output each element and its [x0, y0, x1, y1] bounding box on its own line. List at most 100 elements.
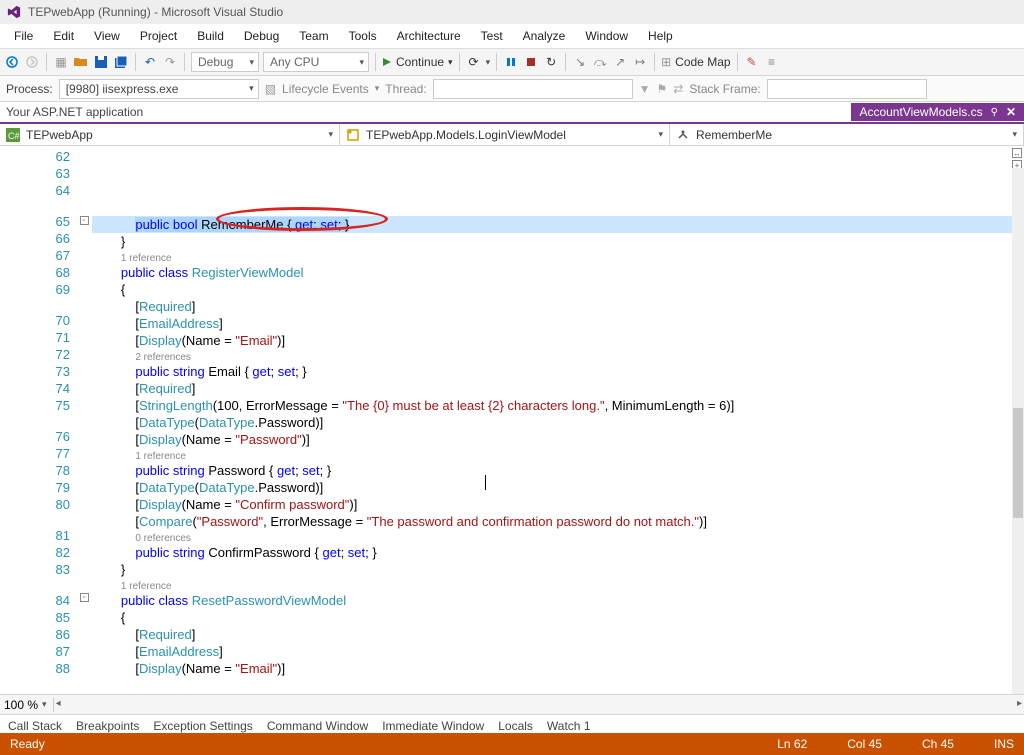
new-icon[interactable]: ▦	[53, 54, 69, 70]
undo-icon[interactable]: ↶	[142, 54, 158, 70]
tool-tab-exception-settings[interactable]: Exception Settings	[153, 719, 252, 733]
stackframe-combo[interactable]	[767, 79, 927, 99]
nav-class[interactable]: TEPwebApp.Models.LoginViewModel	[340, 124, 670, 145]
navigation-bar: C# TEPwebApp TEPwebApp.Models.LoginViewM…	[0, 124, 1024, 146]
restart-icon[interactable]: ↻	[543, 54, 559, 70]
redo-icon[interactable]: ↷	[162, 54, 178, 70]
pin-icon[interactable]: ⚲	[991, 107, 998, 118]
document-tab[interactable]: AccountViewModels.cs ⚲ ✕	[851, 103, 1024, 121]
menu-team[interactable]: Team	[289, 27, 338, 45]
code-line: [Required]	[92, 298, 1024, 315]
platform-combo[interactable]: Any CPU	[263, 52, 369, 72]
refresh-icon[interactable]: ⟳	[466, 54, 482, 70]
fold-toggle[interactable]: -	[80, 593, 89, 602]
code-line: {	[92, 609, 1024, 626]
nav-member[interactable]: RememberMe	[670, 124, 1024, 145]
code-line: public string Password { get; set; }	[92, 462, 1024, 479]
lifecycle-icon[interactable]: ▧	[265, 82, 276, 96]
vertical-scrollbar[interactable]	[1012, 168, 1024, 694]
open-icon[interactable]	[73, 54, 89, 70]
save-all-icon[interactable]	[113, 54, 129, 70]
menu-analyze[interactable]: Analyze	[513, 27, 576, 45]
code-line: public class RegisterViewModel	[92, 264, 1024, 281]
continue-button[interactable]: Continue ▾	[382, 55, 453, 69]
codemap-button[interactable]: ⊞Code Map	[661, 55, 730, 69]
menu-bar: FileEditViewProjectBuildDebugTeamToolsAr…	[0, 24, 1024, 48]
code-line: [Display(Name = "Email")]	[92, 660, 1024, 677]
menu-window[interactable]: Window	[575, 27, 638, 45]
thread-label: Thread:	[385, 82, 426, 96]
menu-build[interactable]: Build	[187, 27, 234, 45]
nav-fwd-icon[interactable]	[24, 54, 40, 70]
tool-tab-breakpoints[interactable]: Breakpoints	[76, 719, 139, 733]
menu-file[interactable]: File	[4, 27, 43, 45]
status-ln: Ln 62	[777, 737, 807, 751]
threads-icon[interactable]: ⇄	[673, 82, 683, 96]
status-bar: Ready Ln 62 Col 45 Ch 45 INS	[0, 733, 1024, 755]
zoom-combo[interactable]: 100 %	[0, 698, 54, 712]
tool-icon-2[interactable]: ≡	[764, 54, 780, 70]
tool-tab-call-stack[interactable]: Call Stack	[8, 719, 62, 733]
code-line: [Display(Name = "Password")]	[92, 431, 1024, 448]
codelens-reference[interactable]: 1 reference	[92, 448, 1024, 462]
code-line: }	[92, 233, 1024, 250]
close-icon[interactable]: ✕	[1006, 105, 1016, 119]
tool-tab-locals[interactable]: Locals	[498, 719, 533, 733]
menu-project[interactable]: Project	[130, 27, 187, 45]
save-icon[interactable]	[93, 54, 109, 70]
doc-tab-name: AccountViewModels.cs	[859, 105, 982, 119]
svg-text:C#: C#	[8, 131, 20, 141]
code-line: }	[92, 561, 1024, 578]
status-ready: Ready	[10, 737, 45, 751]
window-title: TEPwebApp (Running) - Microsoft Visual S…	[28, 5, 283, 19]
horizontal-scrollbar[interactable]	[68, 698, 1010, 712]
step-out-icon[interactable]: ↗	[612, 54, 628, 70]
tool-tab-command-window[interactable]: Command Window	[267, 719, 368, 733]
menu-view[interactable]: View	[84, 27, 130, 45]
code-line: [Required]	[92, 626, 1024, 643]
menu-tools[interactable]: Tools	[339, 27, 387, 45]
code-editor[interactable]: 6263646566676869707172737475767778798081…	[0, 146, 1024, 694]
tool-tab-immediate-window[interactable]: Immediate Window	[382, 719, 484, 733]
stop-icon[interactable]	[523, 54, 539, 70]
code-line: [DataType(DataType.Password)]	[92, 414, 1024, 431]
step-over-icon[interactable]: ⤼	[592, 54, 608, 70]
flag-icon[interactable]: ⚑	[657, 82, 668, 96]
menu-debug[interactable]: Debug	[234, 27, 289, 45]
code-line: public bool RememberMe { get; set; }	[92, 216, 1024, 233]
code-line: public class ResetPasswordViewModel	[92, 592, 1024, 609]
code-line: [EmailAddress]	[92, 315, 1024, 332]
tool-tab-watch-1[interactable]: Watch 1	[547, 719, 591, 733]
process-combo[interactable]: [9980] iisexpress.exe	[59, 79, 259, 99]
code-line: [StringLength(100, ErrorMessage = "The {…	[92, 397, 1024, 414]
nav-back-icon[interactable]	[4, 54, 20, 70]
codelens-reference[interactable]: 0 references	[92, 530, 1024, 544]
lifecycle-label[interactable]: Lifecycle Events	[282, 82, 369, 96]
editor-footer: 100 %	[0, 694, 1024, 714]
thread-combo[interactable]	[433, 79, 633, 99]
menu-test[interactable]: Test	[471, 27, 513, 45]
filter-icon[interactable]: ▼	[639, 82, 651, 96]
step-icon[interactable]: ↦	[632, 54, 648, 70]
split-icon[interactable]: ↔	[1012, 148, 1022, 158]
fold-toggle[interactable]: -	[80, 216, 89, 225]
debug-toolbar: Process: [9980] iisexpress.exe ▧ Lifecyc…	[0, 76, 1024, 102]
property-icon	[676, 128, 690, 142]
status-ch: Ch 45	[922, 737, 954, 751]
tool-icon-1[interactable]: ✎	[744, 54, 760, 70]
menu-architecture[interactable]: Architecture	[387, 27, 471, 45]
codelens-reference[interactable]: 1 reference	[92, 578, 1024, 592]
code-line: {	[92, 281, 1024, 298]
menu-help[interactable]: Help	[638, 27, 683, 45]
nav-project[interactable]: C# TEPwebApp	[0, 124, 340, 145]
pause-icon[interactable]	[503, 54, 519, 70]
status-ins: INS	[994, 737, 1014, 751]
step-into-icon[interactable]: ↘	[572, 54, 588, 70]
main-toolbar: ▦ ↶ ↷ Debug Any CPU Continue ▾ ⟳ ▾ ↻ ↘ ⤼…	[0, 48, 1024, 76]
codelens-reference[interactable]: 2 references	[92, 349, 1024, 363]
banner-text: Your ASP.NET application	[0, 103, 851, 121]
menu-edit[interactable]: Edit	[43, 27, 84, 45]
codelens-reference[interactable]: 1 reference	[92, 250, 1024, 264]
configuration-combo[interactable]: Debug	[191, 52, 259, 72]
csproj-icon: C#	[6, 128, 20, 142]
